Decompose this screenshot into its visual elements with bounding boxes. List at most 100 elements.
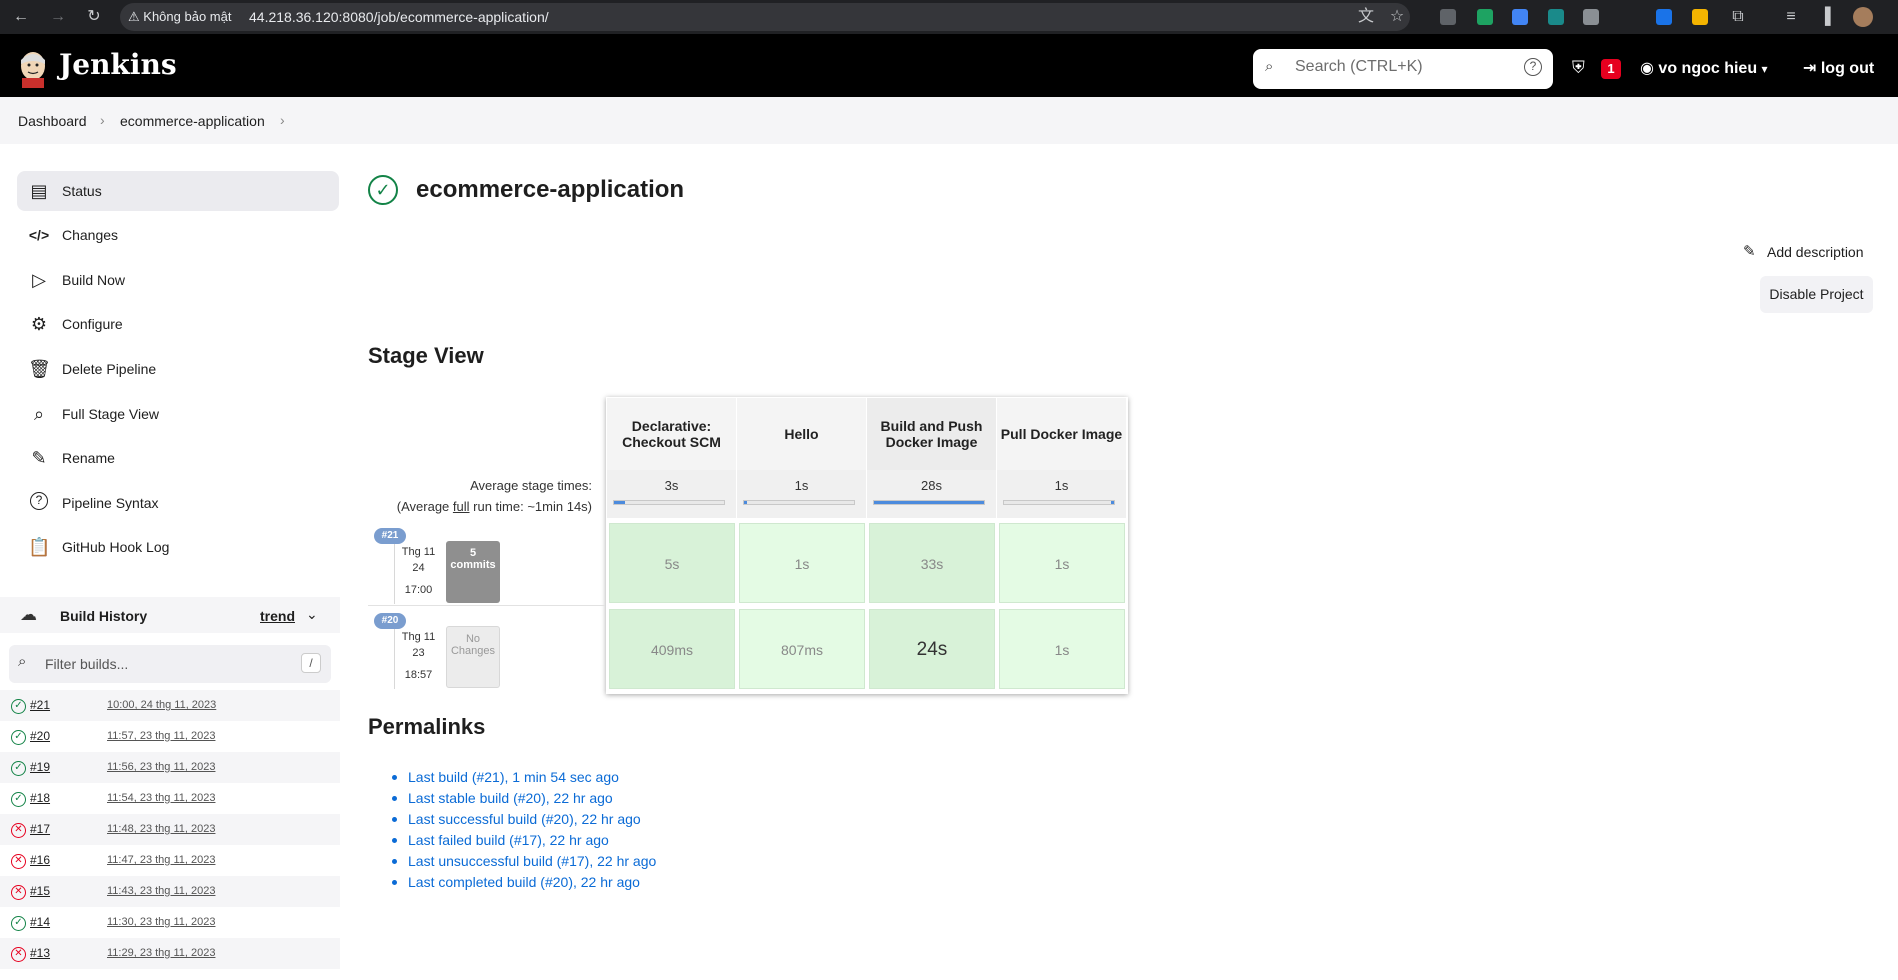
build-date-link[interactable]: 11:56, 23 thg 11, 2023 bbox=[107, 761, 215, 773]
profile-avatar[interactable] bbox=[1853, 7, 1873, 27]
permalink-text[interactable]: Last successful build (#20), 22 hr ago bbox=[408, 811, 641, 827]
extension-icon[interactable] bbox=[1548, 9, 1564, 25]
full-runtime-link[interactable]: full bbox=[453, 499, 470, 514]
extension-icon[interactable] bbox=[1477, 9, 1493, 25]
permalinks-title: Permalinks bbox=[368, 714, 486, 739]
extension-icon[interactable] bbox=[1440, 9, 1456, 25]
permalink-item[interactable]: Last build (#21), 1 min 54 sec ago bbox=[392, 769, 692, 787]
run-badge[interactable]: #21 bbox=[374, 528, 406, 544]
help-icon[interactable]: ? bbox=[1524, 58, 1542, 76]
build-number-link[interactable]: #14 bbox=[30, 915, 50, 929]
permalink-text[interactable]: Last build (#21), 1 min 54 sec ago bbox=[408, 769, 619, 785]
permalink-text[interactable]: Last stable build (#20), 22 hr ago bbox=[408, 790, 613, 806]
failure-icon: ✕ bbox=[11, 823, 26, 838]
build-history-row[interactable]: ✓ #21 10:00, 24 thg 11, 2023 bbox=[0, 690, 340, 721]
build-date-link[interactable]: 11:48, 23 thg 11, 2023 bbox=[107, 823, 215, 835]
avg-stage-bar-fill bbox=[874, 501, 984, 504]
build-date-link[interactable]: 10:00, 24 thg 11, 2023 bbox=[107, 699, 216, 711]
logout-link[interactable]: ⇥ log out bbox=[1803, 58, 1874, 78]
user-menu[interactable]: ◉ vo ngoc hieu ▾ bbox=[1640, 58, 1768, 78]
extension-icon[interactable] bbox=[1512, 9, 1528, 25]
shield-icon[interactable]: ⛨ bbox=[1572, 58, 1585, 78]
build-number-link[interactable]: #20 bbox=[30, 729, 50, 743]
permalink-text[interactable]: Last unsuccessful build (#17), 22 hr ago bbox=[408, 853, 656, 869]
success-check-icon: ✓ bbox=[368, 175, 398, 205]
permalink-item[interactable]: Last unsuccessful build (#17), 22 hr ago bbox=[392, 853, 692, 871]
changes-box[interactable]: 5 commits bbox=[446, 541, 500, 603]
star-icon[interactable]: ☆ bbox=[1386, 6, 1408, 28]
build-date-link[interactable]: 11:54, 23 thg 11, 2023 bbox=[107, 792, 215, 804]
no-changes-line1: No bbox=[465, 633, 481, 645]
build-date-link[interactable]: 11:43, 23 thg 11, 2023 bbox=[107, 885, 215, 897]
run-badge[interactable]: #20 bbox=[374, 613, 406, 629]
permalink-item[interactable]: Last completed build (#20), 22 hr ago bbox=[392, 874, 692, 892]
stage-header: Pull Docker Image bbox=[997, 398, 1126, 470]
extension-icon[interactable] bbox=[1583, 9, 1599, 25]
stage-cell[interactable]: 1s bbox=[739, 523, 865, 603]
url-text[interactable]: 44.218.36.120:8080/job/ecommerce-applica… bbox=[249, 6, 549, 28]
stage-cell[interactable]: 1s bbox=[999, 609, 1125, 689]
build-number-link[interactable]: #19 bbox=[30, 760, 50, 774]
build-number-link[interactable]: #15 bbox=[30, 884, 50, 898]
build-number-link[interactable]: #16 bbox=[30, 853, 50, 867]
build-number-link[interactable]: #13 bbox=[30, 946, 50, 960]
security-chip[interactable]: ⚠ Không bảo mật bbox=[128, 6, 231, 28]
disable-project-button[interactable]: Disable Project bbox=[1760, 276, 1873, 313]
build-history-row[interactable]: ✓ #19 11:56, 23 thg 11, 2023 bbox=[0, 752, 340, 783]
build-history-row[interactable]: ✕ #15 11:43, 23 thg 11, 2023 bbox=[0, 876, 340, 907]
build-number-link[interactable]: #18 bbox=[30, 791, 50, 805]
changes-box[interactable]: No Changes bbox=[446, 626, 500, 688]
reading-list-icon[interactable]: ≡ bbox=[1780, 6, 1802, 28]
reload-icon[interactable]: ↻ bbox=[83, 6, 105, 28]
permalink-item[interactable]: Last successful build (#20), 22 hr ago bbox=[392, 811, 692, 829]
bullet-icon bbox=[392, 859, 397, 864]
stage-cell[interactable]: 24s bbox=[869, 609, 995, 689]
no-changes-line2: Changes bbox=[450, 645, 496, 657]
forward-arrow-icon[interactable]: → bbox=[47, 6, 69, 28]
breadcrumb-job[interactable]: ecommerce-application bbox=[120, 113, 265, 129]
stage-cell[interactable]: 5s bbox=[609, 523, 735, 603]
extension-icon[interactable] bbox=[1656, 9, 1672, 25]
chevron-right-icon[interactable]: › bbox=[280, 112, 285, 128]
permalink-text[interactable]: Last failed build (#17), 22 hr ago bbox=[408, 832, 609, 848]
build-date-link[interactable]: 11:30, 23 thg 11, 2023 bbox=[107, 916, 215, 928]
logout-label: log out bbox=[1820, 60, 1875, 77]
build-history-row[interactable]: ✕ #13 11:29, 23 thg 11, 2023 bbox=[0, 938, 340, 969]
build-date-link[interactable]: 11:57, 23 thg 11, 2023 bbox=[107, 730, 215, 742]
avg-stage-time: 1s bbox=[1054, 478, 1069, 493]
translate-icon[interactable]: 文 bbox=[1355, 6, 1377, 28]
build-history-row[interactable]: ✓ #20 11:57, 23 thg 11, 2023 bbox=[0, 721, 340, 752]
build-history-row[interactable]: ✕ #17 11:48, 23 thg 11, 2023 bbox=[0, 814, 340, 845]
sidebar-label: GitHub Hook Log bbox=[62, 539, 170, 555]
shortcut-key: / bbox=[301, 653, 321, 673]
search-icon: ⌕ bbox=[33, 404, 45, 424]
build-history-row[interactable]: ✓ #14 11:30, 23 thg 11, 2023 bbox=[0, 907, 340, 938]
build-history-row[interactable]: ✕ #16 11:47, 23 thg 11, 2023 bbox=[0, 845, 340, 876]
build-date-link[interactable]: 11:29, 23 thg 11, 2023 bbox=[107, 947, 215, 959]
permalink-text[interactable]: Last completed build (#20), 22 hr ago bbox=[408, 874, 640, 890]
stage-cell[interactable]: 409ms bbox=[609, 609, 735, 689]
stage-cell[interactable]: 1s bbox=[999, 523, 1125, 603]
stage-cell[interactable]: 33s bbox=[869, 523, 995, 603]
add-description-link[interactable]: Add description bbox=[1767, 244, 1864, 260]
side-panel-icon[interactable]: ▐ bbox=[1814, 6, 1836, 28]
build-history-row[interactable]: ✓ #18 11:54, 23 thg 11, 2023 bbox=[0, 783, 340, 814]
jenkins-logo-text[interactable]: Jenkins bbox=[59, 48, 177, 81]
stage-cell[interactable]: 807ms bbox=[739, 609, 865, 689]
success-icon: ✓ bbox=[11, 761, 26, 776]
permalink-item[interactable]: Last failed build (#17), 22 hr ago bbox=[392, 832, 692, 850]
security-badge[interactable]: 1 bbox=[1601, 59, 1621, 79]
build-number-link[interactable]: #17 bbox=[30, 822, 50, 836]
breadcrumb-dashboard[interactable]: Dashboard bbox=[18, 113, 87, 129]
jenkins-logo-icon[interactable] bbox=[18, 50, 48, 88]
back-arrow-icon[interactable]: ← bbox=[10, 6, 32, 28]
security-label: Không bảo mật bbox=[143, 9, 232, 24]
permalink-item[interactable]: Last stable build (#20), 22 hr ago bbox=[392, 790, 692, 808]
build-date-link[interactable]: 11:47, 23 thg 11, 2023 bbox=[107, 854, 215, 866]
extension-icon[interactable] bbox=[1692, 9, 1708, 25]
puzzle-icon[interactable]: ⧉ bbox=[1727, 6, 1749, 28]
build-number-link[interactable]: #21 bbox=[30, 698, 50, 712]
status-icon: ▤ bbox=[30, 181, 48, 201]
trend-link[interactable]: trend bbox=[260, 608, 295, 624]
chevron-down-icon[interactable]: ⌄ bbox=[306, 606, 318, 623]
